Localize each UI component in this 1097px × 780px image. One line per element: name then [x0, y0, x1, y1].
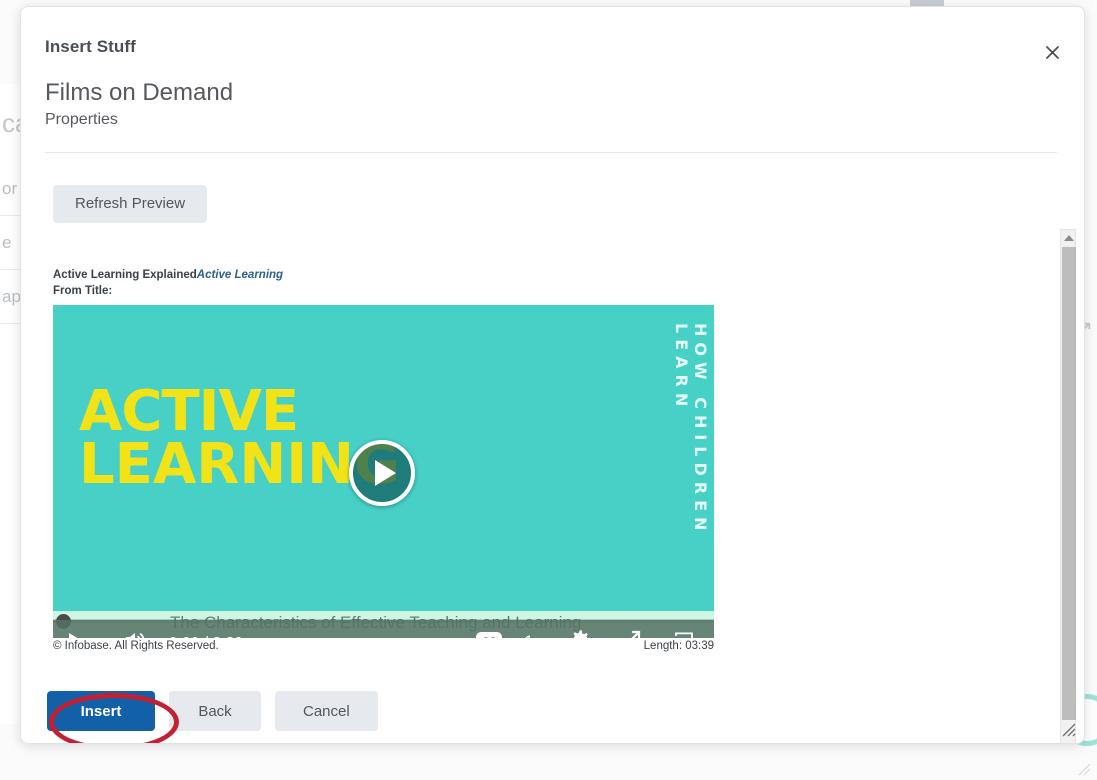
volume-icon — [122, 628, 146, 639]
cancel-button[interactable]: Cancel — [275, 691, 378, 731]
video-preview-player[interactable]: ACTIVE LEARNING HOW CHILDREN LEARN The C… — [53, 305, 714, 639]
cast-icon — [671, 628, 697, 639]
refresh-preview-button[interactable]: Refresh Preview — [53, 185, 208, 223]
dialog-resize-grip[interactable] — [1058, 719, 1076, 737]
video-footer: © Infobase. All Rights Reserved. Length:… — [53, 640, 714, 652]
preview-caption: Active Learning ExplainedActive Learning… — [53, 268, 1039, 299]
page-title: Films on Demand — [45, 79, 234, 106]
page-root: ca or e apl Insert Stuff Films o — [0, 0, 1097, 780]
play-icon — [68, 633, 84, 639]
playback-speed-button[interactable]: 1x — [524, 632, 542, 638]
volume-button[interactable] — [111, 620, 157, 639]
close-button[interactable] — [1032, 35, 1072, 75]
body-scrollbar[interactable] — [1060, 229, 1077, 743]
fullscreen-icon — [619, 628, 643, 639]
scrollbar-thumb[interactable] — [1062, 247, 1076, 720]
insert-stuff-dialog: Insert Stuff Films on Demand Properties … — [20, 6, 1085, 744]
copyright-text: © Infobase. All Rights Reserved. — [53, 640, 219, 653]
dialog-kicker: Insert Stuff — [45, 37, 136, 56]
scrollbar-up-button[interactable] — [1061, 230, 1077, 246]
cast-button[interactable] — [670, 628, 698, 639]
time-display: 0:00 / 3:39 — [169, 634, 243, 639]
caption-emphasis-text: Active Learning — [196, 269, 284, 281]
caption-from-title-label: From Title: — [53, 284, 113, 297]
close-icon — [1043, 43, 1062, 67]
dialog-footer: Insert Back Cancel — [21, 679, 1084, 743]
background-resize-grip-icon — [1073, 758, 1091, 776]
chevron-up-icon — [1064, 235, 1074, 241]
dialog-header: Insert Stuff Films on Demand Properties — [21, 7, 1084, 153]
gear-icon — [567, 627, 593, 639]
poster-title-line-1: ACTIVE — [79, 379, 299, 445]
insert-button[interactable]: Insert — [47, 691, 155, 731]
video-controls-bar: 0:00 / 3:39 CC 1x — [53, 620, 714, 639]
fullscreen-button[interactable] — [618, 628, 644, 639]
settings-button[interactable] — [566, 627, 594, 639]
play-icon — [375, 460, 396, 487]
page-subtitle: Properties — [45, 110, 118, 128]
caption-primary-text: Active Learning Explained — [53, 269, 197, 281]
captions-button[interactable]: CC — [476, 632, 503, 639]
poster-series-text: HOW CHILDREN LEARN — [672, 323, 710, 537]
dialog-body-content: Refresh Preview Active Learning Explaine… — [21, 153, 1039, 680]
play-button[interactable] — [53, 620, 99, 639]
video-length-text: Length: 03:39 — [643, 640, 714, 653]
dialog-body: Refresh Preview Active Learning Explaine… — [21, 153, 1084, 743]
play-overlay-button[interactable] — [349, 440, 415, 507]
back-button[interactable]: Back — [169, 691, 261, 731]
